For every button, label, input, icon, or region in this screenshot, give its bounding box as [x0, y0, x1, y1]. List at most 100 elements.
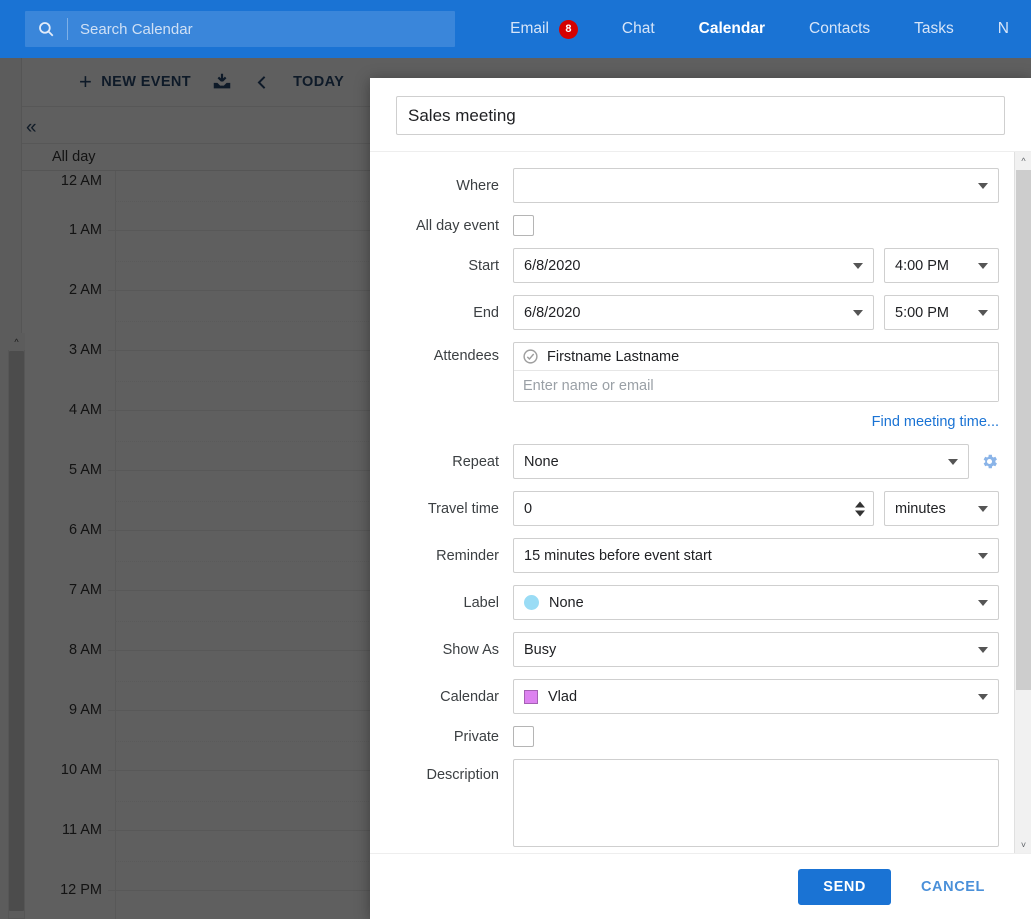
chevron-down-icon	[978, 552, 988, 559]
field-row-label: Label None	[396, 585, 999, 620]
nav-item-label: Email	[510, 20, 549, 37]
travel-time-label: Travel time	[427, 500, 499, 517]
field-row-travel-time: Travel time minutes	[396, 491, 999, 526]
calendar-select[interactable]: Vlad	[513, 679, 999, 714]
search-icon	[25, 20, 67, 38]
private-label: Private	[453, 728, 499, 745]
show-as-label: Show As	[442, 641, 499, 658]
nav-item-label: Calendar	[698, 20, 765, 37]
chevron-down-icon	[853, 262, 863, 269]
app-root: Email 8 Chat Calendar Contacts Tasks N	[0, 0, 1031, 919]
start-date-select[interactable]: 6/8/2020	[513, 248, 874, 283]
find-meeting-time-row: Find meeting time...	[396, 414, 999, 430]
chevron-down-icon[interactable]: ˅	[1015, 836, 1031, 853]
travel-time-spinner[interactable]	[855, 501, 865, 516]
field-row-private: Private	[396, 726, 999, 747]
cancel-button[interactable]: CANCEL	[903, 869, 1003, 905]
nav-item-contacts[interactable]: Contacts	[787, 0, 892, 58]
end-label: End	[473, 304, 499, 321]
field-row-repeat: Repeat None	[396, 444, 999, 479]
all-day-event-checkbox[interactable]	[513, 215, 534, 236]
nav-item-label: Contacts	[809, 20, 871, 37]
description-textarea[interactable]	[513, 759, 999, 847]
spinner-down-icon[interactable]	[855, 510, 865, 516]
attendees-box[interactable]: Firstname Lastname	[513, 342, 999, 402]
field-row-start: Start 6/8/2020 4:00 PM	[396, 248, 999, 283]
nav-item-email[interactable]: Email 8	[488, 0, 600, 58]
nav-items: Email 8 Chat Calendar Contacts Tasks N	[488, 0, 1031, 58]
chevron-down-icon	[978, 693, 988, 700]
field-row-show-as: Show As Busy	[396, 632, 999, 667]
travel-time-stepper-wrap	[513, 491, 874, 526]
field-row-reminder: Reminder 15 minutes before event start	[396, 538, 999, 573]
where-label: Where	[456, 177, 499, 194]
field-row-calendar: Calendar Vlad	[396, 679, 999, 714]
where-select[interactable]	[513, 168, 999, 203]
chevron-down-icon	[978, 505, 988, 512]
chevron-down-icon	[978, 262, 988, 269]
calendar-value: Vlad	[548, 688, 578, 705]
nav-item-chat[interactable]: Chat	[600, 0, 677, 58]
label-select[interactable]: None	[513, 585, 999, 620]
end-time-select[interactable]: 5:00 PM	[884, 295, 999, 330]
dialog-scrollbar-track[interactable]: ^ ˅	[1014, 152, 1031, 853]
show-as-value: Busy	[524, 641, 557, 658]
find-meeting-time-link[interactable]: Find meeting time...	[872, 414, 999, 430]
nav-item-label: Chat	[621, 20, 655, 37]
repeat-label: Repeat	[452, 453, 499, 470]
repeat-select[interactable]: None	[513, 444, 969, 479]
email-unread-badge: 8	[558, 19, 578, 39]
reminder-value: 15 minutes before event start	[524, 547, 712, 564]
spinner-up-icon[interactable]	[855, 501, 865, 507]
check-circle-icon	[522, 348, 539, 365]
chevron-down-icon	[948, 458, 958, 465]
reminder-label: Reminder	[436, 547, 499, 564]
reminder-select[interactable]: 15 minutes before event start	[513, 538, 999, 573]
dialog-footer: SEND CANCEL	[370, 853, 1031, 919]
send-button[interactable]: SEND	[798, 868, 891, 905]
dialog-body: Where All day event Start 6/8/2020 4:00 …	[370, 152, 1031, 853]
event-title-input[interactable]	[396, 96, 1005, 135]
start-time-select[interactable]: 4:00 PM	[884, 248, 999, 283]
nav-item-label: Tasks	[914, 20, 954, 37]
chevron-down-icon	[978, 646, 988, 653]
calendar-color-swatch	[524, 689, 538, 704]
end-time-value: 5:00 PM	[895, 304, 949, 321]
chevron-down-icon	[978, 309, 988, 316]
travel-time-unit-value: minutes	[895, 500, 946, 517]
nav-item-calendar[interactable]: Calendar	[677, 0, 787, 58]
attendee-input[interactable]	[514, 371, 998, 401]
field-row-attendees: Attendees Firstname Lastname	[396, 342, 999, 402]
private-checkbox[interactable]	[513, 726, 534, 747]
event-editor-dialog: Where All day event Start	[370, 78, 1031, 919]
chevron-down-icon	[853, 309, 863, 316]
nav-item-label: N	[997, 20, 1009, 37]
top-navigation-bar: Email 8 Chat Calendar Contacts Tasks N	[0, 0, 1031, 58]
attendee-chip[interactable]: Firstname Lastname	[514, 343, 998, 371]
start-time-value: 4:00 PM	[895, 257, 949, 274]
travel-time-unit-select[interactable]: minutes	[884, 491, 999, 526]
search-box[interactable]	[25, 11, 456, 47]
gear-icon[interactable]	[980, 452, 999, 471]
start-label: Start	[468, 257, 499, 274]
dialog-scrollbar-thumb[interactable]	[1016, 170, 1031, 690]
travel-time-input[interactable]	[513, 491, 874, 526]
show-as-select[interactable]: Busy	[513, 632, 999, 667]
search-input[interactable]	[68, 20, 456, 38]
end-date-value: 6/8/2020	[524, 304, 581, 321]
calendar-label: Calendar	[440, 688, 499, 705]
field-row-end: End 6/8/2020 5:00 PM	[396, 295, 999, 330]
repeat-value: None	[524, 453, 559, 470]
dialog-header	[370, 78, 1031, 152]
label-label: Label	[463, 594, 499, 611]
nav-item-tasks[interactable]: Tasks	[892, 0, 976, 58]
label-color-swatch	[524, 595, 539, 610]
end-date-select[interactable]: 6/8/2020	[513, 295, 874, 330]
nav-item-notes[interactable]: N	[976, 0, 1031, 58]
description-label: Description	[426, 767, 499, 783]
label-value: None	[549, 594, 584, 611]
chevron-up-icon[interactable]: ^	[1015, 152, 1031, 169]
attendees-label: Attendees	[433, 348, 499, 364]
chevron-down-icon	[978, 182, 988, 189]
field-row-all-day-event: All day event	[396, 215, 999, 236]
